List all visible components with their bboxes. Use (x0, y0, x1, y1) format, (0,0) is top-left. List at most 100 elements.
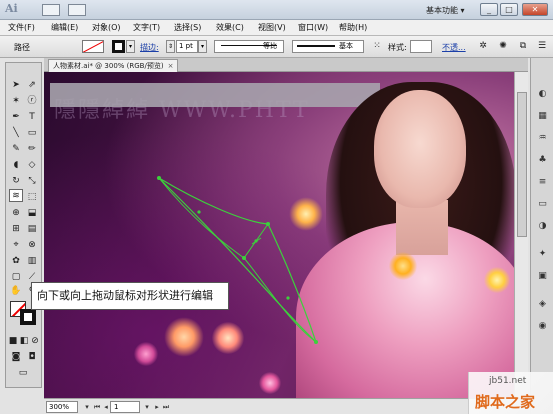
blend-tool-icon[interactable]: ⊗ (25, 239, 39, 252)
menu-view[interactable]: 视图(V) (258, 22, 286, 33)
menu-window[interactable]: 窗口(W) (298, 22, 328, 33)
stroke-panel-icon[interactable]: ≡ (536, 176, 549, 189)
brush-options-icon[interactable]: ⁙ (370, 40, 384, 53)
workspace-switcher[interactable]: 基本功能 ▾ (426, 5, 465, 16)
vertical-scrollbar[interactable] (514, 72, 528, 398)
pencil-tool-icon[interactable]: ✏ (25, 143, 39, 156)
graph-tool-icon[interactable]: ▥ (25, 255, 39, 268)
menu-object[interactable]: 对象(O) (92, 22, 121, 33)
menu-effect[interactable]: 效果(C) (216, 22, 244, 33)
selection-tool-icon[interactable]: ➤ (9, 79, 23, 92)
type-tool-icon[interactable]: T (25, 111, 39, 124)
edited-leaf-path[interactable] (44, 72, 514, 398)
hand-tool-icon[interactable]: ✋ (9, 285, 23, 298)
free-transform-tool-icon[interactable]: ⬚ (25, 191, 39, 204)
mesh-tool-icon[interactable]: ⊞ (9, 223, 23, 236)
lasso-tool-icon[interactable]: ⓡ (25, 95, 39, 108)
bridge-icon[interactable] (42, 4, 60, 16)
stroke-swatch[interactable] (112, 40, 125, 53)
app-logo: Ai (5, 2, 18, 15)
anchor-point[interactable] (286, 296, 290, 300)
control-bar: 路径 ▾ 描边: ⇕ 1 pt ▾ 等比 基本 ⁙ 样式: 不透... ✲ ✺ … (0, 36, 553, 58)
menu-file[interactable]: 文件(F) (8, 22, 35, 33)
blob-brush-tool-icon[interactable]: ◖ (9, 159, 23, 172)
vertical-scroll-thumb[interactable] (517, 92, 527, 237)
width-tool-icon[interactable]: ≋ (9, 189, 23, 202)
isolate-group-icon[interactable]: ⧉ (516, 40, 530, 53)
artboard-number-field[interactable]: 1 (110, 401, 140, 413)
artboards-panel-icon[interactable]: ◉ (536, 320, 549, 333)
menu-select[interactable]: 选择(S) (174, 22, 201, 33)
stroke-weight-stepper[interactable]: ⇕ (166, 40, 175, 53)
shape-builder-tool-icon[interactable]: ⊕ (9, 207, 23, 220)
stroke-color-box[interactable] (20, 309, 36, 325)
anchor-point[interactable] (197, 210, 201, 214)
menu-type[interactable]: 文字(T) (133, 22, 160, 33)
stroke-color-dropdown[interactable]: ▾ (126, 40, 135, 53)
paintbrush-tool-icon[interactable]: ✎ (9, 143, 23, 156)
variable-width-profile[interactable]: 等比 (214, 40, 284, 53)
brushes-panel-icon[interactable]: ♒ (536, 132, 549, 145)
gradient-tool-icon[interactable]: ▤ (25, 223, 39, 236)
direct-selection-tool-icon[interactable]: ⇗ (25, 79, 39, 92)
brush-definition[interactable]: 基本 (292, 40, 364, 53)
arrange-documents-icon[interactable] (68, 4, 86, 16)
symbol-sprayer-tool-icon[interactable]: ✿ (9, 255, 23, 268)
zoom-field[interactable]: 300% (46, 401, 78, 413)
appearance-panel-icon[interactable]: ✦ (536, 248, 549, 261)
stroke-weight-field[interactable]: 1 pt (176, 40, 198, 53)
document-tab-label: 人物素材.ai* @ 300% (RGB/预览) (53, 62, 164, 70)
scale-tool-icon[interactable]: ⤡ (25, 175, 39, 188)
anchor-point[interactable] (157, 176, 161, 180)
fill-swatch[interactable] (82, 40, 104, 53)
symbols-panel-icon[interactable]: ♣ (536, 154, 549, 167)
transparency-panel-icon[interactable]: ◑ (536, 220, 549, 233)
last-artboard-icon[interactable]: ⏭ (161, 401, 171, 413)
perspective-grid-tool-icon[interactable]: ⬓ (25, 207, 39, 220)
stroke-weight-dropdown[interactable]: ▾ (198, 40, 207, 53)
draw-behind-icon[interactable]: ◘ (25, 351, 39, 364)
zoom-dropdown-icon[interactable]: ▾ (82, 401, 92, 413)
width-point-handle[interactable] (242, 256, 246, 260)
opacity-label[interactable]: 不透... (442, 42, 466, 53)
none-mode-icon[interactable]: ⊘ (30, 335, 40, 348)
gradient-panel-icon[interactable]: ▭ (536, 198, 549, 211)
anchor-point[interactable] (314, 340, 318, 344)
align-options-icon[interactable]: ✺ (496, 40, 510, 53)
color-panel-icon[interactable]: ◐ (536, 88, 549, 101)
color-mode-icon[interactable]: ■ (8, 335, 18, 348)
eyedropper-tool-icon[interactable]: ⌖ (9, 239, 23, 252)
rotate-tool-icon[interactable]: ↻ (9, 175, 23, 188)
menu-help[interactable]: 帮助(H) (339, 22, 367, 33)
control-panel-menu-icon[interactable]: ☰ (535, 40, 549, 53)
menu-edit[interactable]: 编辑(E) (51, 22, 78, 33)
artboard-tool-icon[interactable]: ▢ (9, 271, 23, 284)
rectangle-tool-icon[interactable]: ▭ (25, 127, 39, 140)
draw-normal-icon[interactable]: ◙ (9, 351, 23, 364)
maximize-button[interactable]: □ (500, 3, 518, 16)
document-tab[interactable]: 人物素材.ai* @ 300% (RGB/预览) × (48, 59, 179, 72)
line-tool-icon[interactable]: ╲ (9, 127, 23, 140)
document-tab-bar: 人物素材.ai* @ 300% (RGB/预览) × (44, 58, 528, 72)
close-tab-icon[interactable]: × (168, 62, 174, 70)
layers-panel-icon[interactable]: ◈ (536, 298, 549, 311)
artboard-canvas[interactable]: 隱隱綽綽 WWW.PHTT (44, 72, 514, 398)
brush-line-sample (297, 45, 335, 47)
graphic-style-swatch[interactable] (410, 40, 432, 53)
width-point-center[interactable] (254, 239, 258, 243)
recolor-artwork-icon[interactable]: ✲ (476, 40, 490, 53)
graphic-styles-panel-icon[interactable]: ▣ (536, 270, 549, 283)
pen-tool-icon[interactable]: ✒ (9, 111, 23, 124)
screen-mode-icon[interactable]: ▭ (16, 367, 30, 380)
menu-bar: 文件(F) 编辑(E) 对象(O) 文字(T) 选择(S) 效果(C) 视图(V… (0, 20, 553, 36)
artboard-dropdown-icon[interactable]: ▾ (142, 401, 152, 413)
swatches-panel-icon[interactable]: ▦ (536, 110, 549, 123)
close-button[interactable]: ✕ (522, 3, 548, 16)
stroke-label[interactable]: 描边: (140, 42, 159, 53)
eraser-tool-icon[interactable]: ◇ (25, 159, 39, 172)
width-point-handle[interactable] (266, 222, 270, 226)
leaf-outline[interactable] (158, 177, 317, 343)
gradient-mode-icon[interactable]: ◧ (19, 335, 29, 348)
minimize-button[interactable]: _ (480, 3, 498, 16)
magic-wand-tool-icon[interactable]: ✶ (9, 95, 23, 108)
